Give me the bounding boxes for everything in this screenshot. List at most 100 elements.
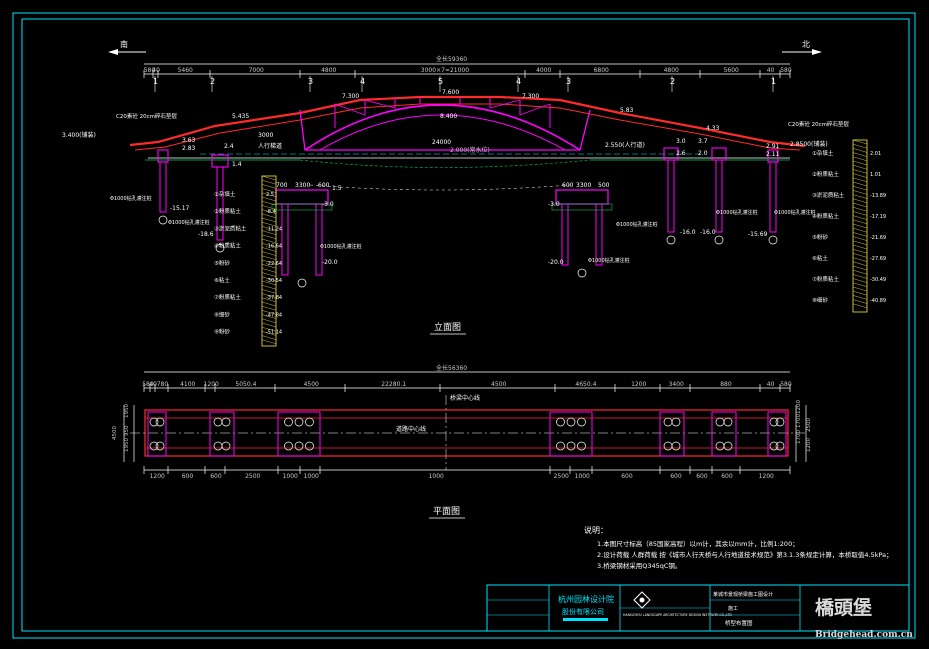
- water-level-text: 2.000(常水位): [450, 146, 490, 154]
- pier-axis-circle: [577, 268, 587, 278]
- plan-side-dim-label: 1200: [796, 400, 802, 414]
- axis-marker: 4: [516, 76, 521, 92]
- axis-marker: 4: [360, 76, 365, 92]
- pile-label: Φ1000钻孔灌注桩: [588, 257, 630, 264]
- soil-column-right: ①杂填土 2.01 ②粉质粘土 1.01 ③淤泥质粘土 -13.89 ④粉质粘土 -17.19…: [812, 139, 886, 313]
- soil-layer-label: ⑥粘土: [812, 254, 828, 262]
- dim-700: 700: [276, 182, 288, 189]
- watermark-logo: 橋頭堡: [815, 596, 872, 619]
- pile-label: Φ1000钻孔灌注桩: [616, 221, 658, 228]
- axis-number: 1: [153, 77, 158, 86]
- pier: [663, 147, 679, 245]
- dim-3300-left: 3300: [295, 182, 310, 189]
- level-2-11: 2.11: [766, 151, 780, 158]
- project-name: 某城市景观桥梁施工图设计: [713, 591, 773, 598]
- plan-bottom-dimension-row: 1200 600 600 2500 1000 1000 1000 2500 1000 600 600…: [143, 466, 791, 480]
- soil-layer-label: ⑦粉质粘土: [214, 293, 241, 301]
- plan-bottom-dim-label: 600: [210, 473, 222, 480]
- dim-600-left: 600: [318, 182, 330, 189]
- plan-top-dim-label: 3400: [669, 381, 684, 388]
- level-5-435: 5.435: [232, 113, 249, 120]
- plan-top-dim-label: 1200: [631, 381, 646, 388]
- cad-drawing: 南 北 全长59360 580 40 5460 7000 4800 3000×7=2100…: [12, 12, 916, 640]
- soil-layer-label: ④粉质粘土: [214, 242, 241, 250]
- soil-layer-label: ④粉质粘土: [812, 212, 839, 220]
- axis-number: 1: [771, 77, 776, 86]
- dim-24000: 24000: [432, 139, 451, 146]
- top-dim-label: 7000: [249, 67, 264, 74]
- top-dim-label: 3000×7=21000: [421, 67, 469, 74]
- north-label: 北: [802, 40, 810, 49]
- pier: [767, 149, 779, 245]
- pier-axis-circle: [158, 215, 168, 225]
- soil-layer-label: ⑨粉砂: [214, 328, 230, 336]
- level-walkway-right: 2.550(人行道): [605, 141, 645, 149]
- institute-english: HANGZHOU LANDSCAPE ARCHITECTURE DESIGN I…: [623, 613, 732, 617]
- top-total-dimension: 全长59360: [144, 55, 790, 65]
- soil-layer-label: ①杂填土: [812, 149, 834, 157]
- level-2-0: 2.0: [698, 150, 708, 157]
- pile-label: Φ1000钻孔灌注桩: [110, 195, 152, 202]
- level-5-83: 5.83: [620, 107, 634, 114]
- plan-top-dim-label: 580: [780, 381, 792, 388]
- soil-layer-label: ⑧细砂: [214, 310, 230, 318]
- pile-level: -20.0: [548, 259, 564, 266]
- plan-side-dim-label: 1700: [796, 414, 802, 428]
- institute-logo-icon: [633, 591, 651, 609]
- pile-level: -15.17: [170, 205, 190, 212]
- pile-label: Φ1000钻孔灌注桩: [320, 243, 362, 250]
- pile-level: -16.0: [680, 229, 696, 236]
- plan-bottom-dim-label: 1000: [304, 473, 319, 480]
- plan-bottom-dim-label: 600: [621, 473, 633, 480]
- top-total-label: 全长59360: [436, 55, 467, 63]
- axis-number: 3: [566, 77, 571, 86]
- water-level: 2.000(常水位): [148, 146, 790, 159]
- pier-axis-circle: [297, 278, 307, 288]
- watermark: 橋頭堡 Bridgehead.com.cn: [815, 596, 913, 640]
- top-dimension-row: 580 40 5460 7000 4800 3000×7=21000 4000 6800 480…: [143, 67, 792, 78]
- plan-pile-cap: [549, 411, 593, 457]
- pile-level: -3.0: [322, 201, 334, 208]
- level-7-600: 7.600: [442, 89, 459, 96]
- soil-layer-label: ②粉质粘土: [214, 207, 241, 215]
- watermark-site: Bridgehead.com.cn: [815, 630, 913, 640]
- institute-name-2: 股份有限公司: [562, 607, 604, 616]
- plan-side-dimensions: 45001950950195012001700170025001200: [112, 400, 812, 462]
- pile-label: Φ1000钻孔灌注桩: [168, 219, 210, 226]
- plan-side-dim-label: 1200: [806, 438, 812, 452]
- pile-level: -18.6: [198, 231, 214, 238]
- level-8-400: 8.400: [440, 113, 457, 120]
- plan-bottom-dim-label: 600: [721, 473, 733, 480]
- soil-depth: -27.69: [870, 256, 886, 262]
- top-dim-label: 40: [152, 67, 160, 74]
- axis-number: 2: [210, 77, 215, 86]
- axis-marker: 1: [153, 76, 158, 92]
- pier-axis-circle: [768, 235, 778, 245]
- elevation-title: 立面图: [434, 321, 461, 333]
- plan-title: 平面图: [433, 506, 460, 517]
- pile-level: -15.69: [748, 231, 768, 238]
- notes: 说明： 1.本图尺寸标高（85国家高程）以m计，其余以mm计，比例1:200； …: [584, 525, 893, 570]
- plan-pile-cap: [147, 411, 167, 457]
- top-dim-label: 580: [780, 67, 792, 74]
- axis-number: 5: [438, 77, 443, 86]
- axis-number: 2: [670, 77, 675, 86]
- dim-500: 500: [598, 182, 610, 189]
- plan-top-dim-label: 4100: [180, 381, 195, 388]
- soil-layer-label: ⑤粉砂: [214, 259, 230, 267]
- plan-top-dimension-row: 580 40 780 4100 1200 5050.4 4500 22280.1 4500 465…: [142, 381, 792, 392]
- south-arrow: 南: [108, 39, 146, 55]
- plan-bottom-dim-label: 600: [696, 473, 708, 480]
- pile-label: Φ1000钻孔灌注桩: [774, 209, 816, 216]
- level-1-4: 1.4: [232, 161, 242, 168]
- axis-number: 3: [308, 77, 313, 86]
- pile-level: 1.5: [332, 185, 342, 192]
- soil-depth: 2.01: [870, 151, 881, 157]
- plan-side-dim-label: 1950: [124, 404, 130, 418]
- deck-label-right: C20素砼 20cm碎石垫层: [788, 120, 849, 128]
- level-2-4: 2.4: [224, 143, 234, 150]
- level-2-6: 2.6: [676, 150, 686, 157]
- plan-bottom-dim-label: 1000: [283, 473, 298, 480]
- soil-depth: -30.54: [266, 278, 282, 284]
- pile-label: Φ1000钻孔灌注桩: [716, 209, 758, 216]
